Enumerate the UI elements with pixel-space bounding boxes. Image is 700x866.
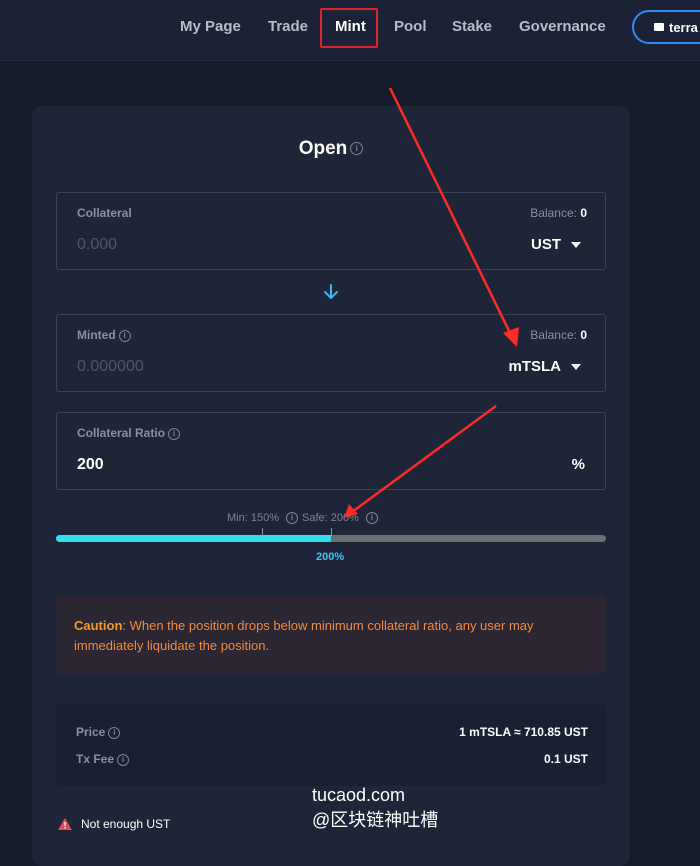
- info-icon[interactable]: i: [285, 512, 298, 524]
- validation-warning: Not enough UST: [58, 817, 170, 831]
- collateral-asset-select[interactable]: UST: [531, 236, 581, 253]
- minted-balance: Balance: 0: [530, 328, 587, 342]
- minted-label: Minted i: [77, 328, 131, 342]
- watermark-handle: @区块链神吐槽: [312, 810, 439, 830]
- page-title: Open i: [0, 138, 662, 160]
- minted-asset-select[interactable]: mTSLA: [508, 358, 581, 375]
- min-tick: [262, 528, 263, 536]
- arrow-down-icon: [324, 284, 338, 299]
- collateral-asset-label: UST: [531, 236, 561, 253]
- min-marker-label: Min: 150%: [227, 512, 279, 524]
- watermark: tucaod.com @区块链神吐槽: [312, 783, 438, 833]
- safe-marker-label: Safe: 200%: [301, 512, 359, 524]
- fee-row: Tx Fee i 0.1 UST: [76, 752, 588, 766]
- warning-icon: [58, 818, 72, 830]
- ratio-label: Collateral Ratio i: [77, 426, 181, 440]
- price-label: Price: [76, 725, 106, 739]
- nav-stake[interactable]: Stake: [452, 18, 492, 35]
- fee-label: Tx Fee: [76, 752, 115, 766]
- info-icon[interactable]: i: [365, 512, 378, 524]
- collateral-field[interactable]: Collateral Balance: 0 0.000 UST: [56, 192, 606, 270]
- chevron-down-icon: [571, 241, 581, 248]
- caution-title: Caution: [74, 618, 123, 633]
- fee-value: 0.1 UST: [543, 752, 588, 766]
- chevron-down-icon: [571, 363, 581, 370]
- info-icon[interactable]: i: [350, 142, 364, 156]
- info-icon[interactable]: i: [118, 329, 131, 342]
- transaction-info: Price i 1 mTSLA ≈ 710.85 UST Tx Fee i 0.1 …: [56, 704, 606, 786]
- minted-asset-label: mTSLA: [508, 358, 562, 375]
- price-row: Price i 1 mTSLA ≈ 710.85 UST: [76, 725, 588, 739]
- warning-text: Not enough UST: [81, 817, 171, 831]
- info-icon[interactable]: i: [168, 427, 181, 440]
- ratio-markers: Min: 150% i Safe: 200% i: [227, 512, 378, 524]
- collateral-label: Collateral: [77, 206, 132, 220]
- nav-my-page[interactable]: My Page: [180, 18, 241, 35]
- collateral-input[interactable]: 0.000: [77, 236, 117, 254]
- info-icon[interactable]: i: [117, 753, 130, 766]
- safe-tick: [331, 528, 332, 536]
- minted-field[interactable]: Minted i Balance: 0 0.000000 mTSLA: [56, 314, 606, 392]
- caution-text: : When the position drops below minimum …: [74, 618, 534, 653]
- wallet-label: terra: [669, 19, 698, 35]
- ratio-input[interactable]: 200: [77, 456, 104, 474]
- slider-current-value: 200%: [316, 551, 345, 563]
- page-title-text: Open: [298, 138, 348, 159]
- minted-input[interactable]: 0.000000: [77, 358, 144, 376]
- nav-pool[interactable]: Pool: [394, 18, 427, 35]
- price-value: 1 mTSLA ≈ 710.85 UST: [459, 725, 588, 739]
- wallet-icon: [654, 23, 664, 31]
- collateral-ratio-field[interactable]: Collateral Ratio i 200 %: [56, 412, 606, 490]
- nav-governance[interactable]: Governance: [519, 18, 606, 35]
- wallet-button[interactable]: terra: [632, 10, 700, 44]
- caution-message: Caution: When the position drops below m…: [56, 596, 606, 674]
- ratio-slider-fill: [56, 535, 331, 542]
- watermark-site: tucaod.com: [312, 785, 406, 805]
- ratio-unit: %: [571, 456, 585, 473]
- collateral-balance: Balance: 0: [530, 206, 587, 220]
- top-navigation: My Page Trade Mint Pool Stake Governance…: [0, 0, 700, 61]
- ratio-slider[interactable]: [56, 535, 606, 542]
- info-icon[interactable]: i: [108, 726, 121, 739]
- mint-highlight-box: [320, 8, 378, 48]
- nav-trade[interactable]: Trade: [268, 18, 308, 35]
